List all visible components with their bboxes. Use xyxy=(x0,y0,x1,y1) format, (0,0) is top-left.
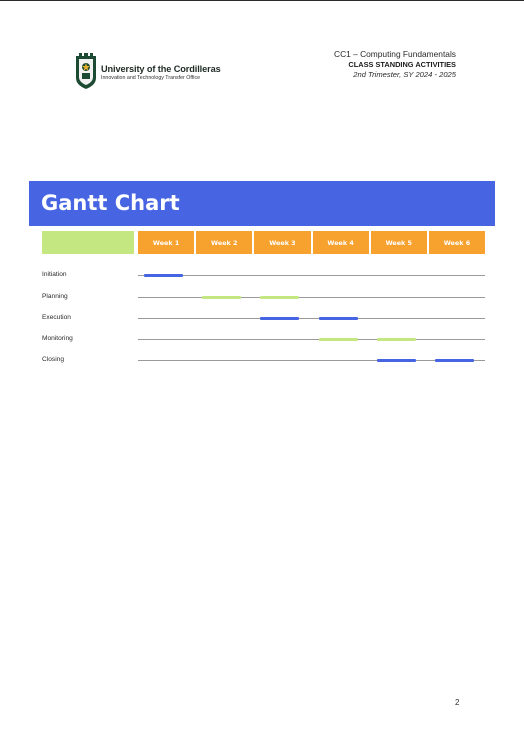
university-logo-block: University of the Cordilleras Innovation… xyxy=(74,52,254,92)
university-seal-icon xyxy=(76,53,96,89)
task-label-execution: Execution xyxy=(42,314,71,321)
week-header-5: Week 5 xyxy=(370,231,427,254)
course-title: CC1 – Computing Fundamentals xyxy=(334,49,456,59)
task-label-monitoring: Monitoring xyxy=(42,335,73,342)
gantt-bar-planning-week-3 xyxy=(260,296,300,299)
page-title: Gantt Chart xyxy=(41,191,180,215)
task-label-initiation: Initiation xyxy=(42,271,67,278)
gantt-bar-monitoring-week-4 xyxy=(318,338,358,341)
top-border-line xyxy=(0,0,524,1)
title-banner: Gantt Chart xyxy=(29,181,495,226)
task-row-line xyxy=(138,339,485,340)
document-info: CC1 – Computing Fundamentals CLASS STAND… xyxy=(334,49,456,81)
week-header-1: Week 1 xyxy=(138,231,195,254)
university-name: University of the Cordilleras xyxy=(101,64,221,74)
page-number: 2 xyxy=(455,698,460,707)
gantt-bar-execution-week-4 xyxy=(318,317,358,320)
gantt-bar-monitoring-week-5 xyxy=(376,338,416,341)
task-row-line xyxy=(138,275,485,276)
task-row-line xyxy=(138,318,485,319)
term-label: 2nd Trimester, SY 2024 - 2025 xyxy=(353,70,456,79)
week-header-4: Week 4 xyxy=(312,231,369,254)
task-label-planning: Planning xyxy=(42,293,68,300)
gantt-bar-closing-week-6 xyxy=(434,359,474,362)
gantt-bar-closing-week-5 xyxy=(376,359,416,362)
week-header-6: Week 6 xyxy=(428,231,486,254)
gantt-bar-execution-week-3 xyxy=(260,317,300,320)
gantt-bar-initiation-week-1 xyxy=(144,274,184,277)
activity-title: CLASS STANDING ACTIVITIES xyxy=(348,59,456,69)
task-row-line xyxy=(138,360,485,361)
week-header-2: Week 2 xyxy=(196,231,253,254)
office-name: Innovation and Technology Transfer Offic… xyxy=(101,75,201,81)
task-column-header xyxy=(42,231,134,254)
task-label-closing: Closing xyxy=(42,356,64,363)
gantt-bar-planning-week-2 xyxy=(202,296,242,299)
week-header-row: Week 1 Week 2 Week 3 Week 4 Week 5 Week 6 xyxy=(138,231,486,254)
task-row-line xyxy=(138,297,485,298)
week-header-3: Week 3 xyxy=(254,231,311,254)
